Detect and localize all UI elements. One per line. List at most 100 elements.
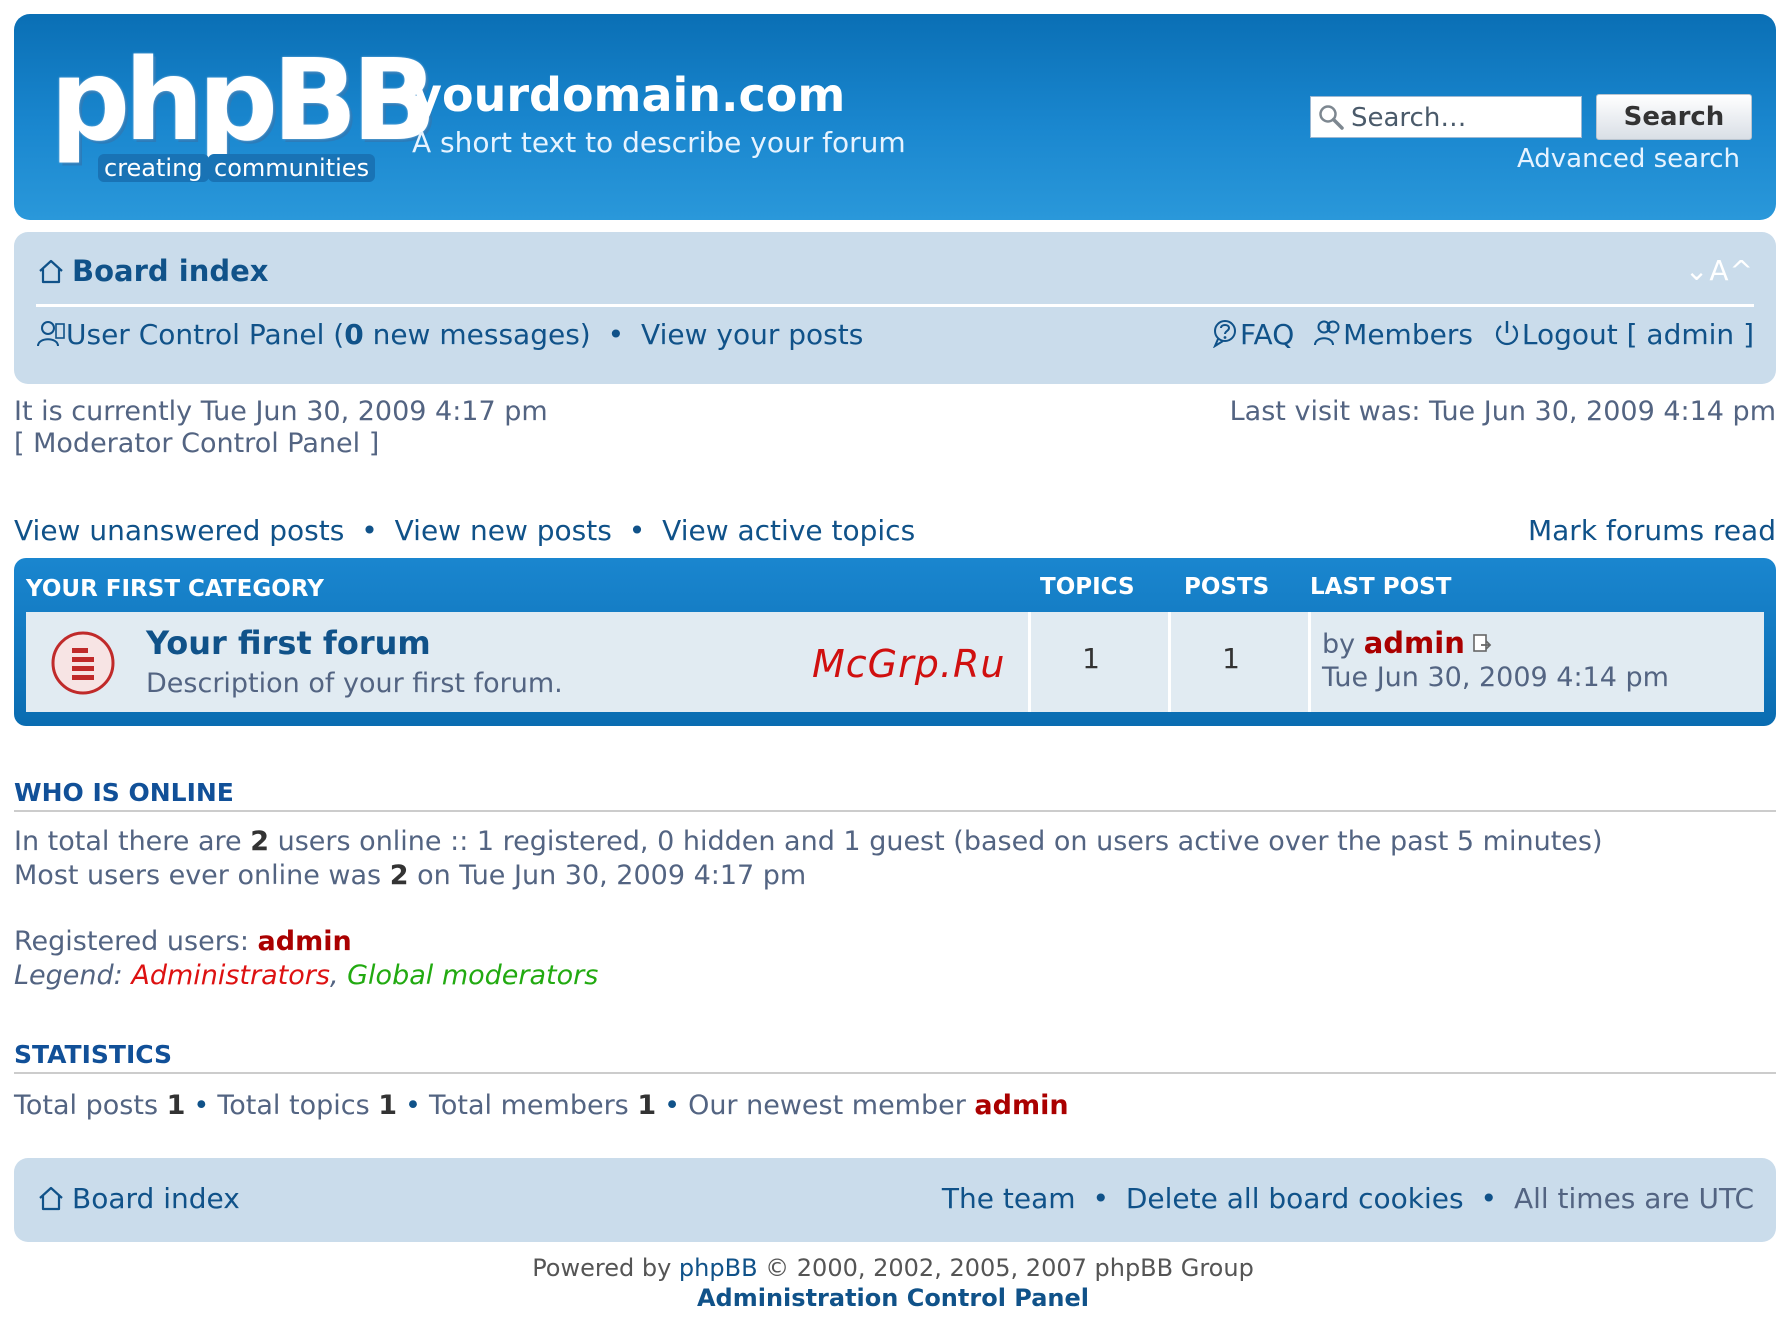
total-topics-label: Total topics <box>217 1090 379 1121</box>
navbar-divider <box>36 304 1754 307</box>
column-header-topics: TOPICS <box>1040 574 1135 600</box>
forum-category-table: YOUR FIRST CATEGORY TOPICS POSTS LAST PO… <box>14 558 1776 726</box>
legend: Legend: Administrators, Global moderator… <box>14 960 598 991</box>
online-count: 2 <box>250 826 270 857</box>
statistics-heading: STATISTICS <box>14 1040 173 1069</box>
logout-link[interactable]: Logout [ admin ] <box>1522 318 1754 351</box>
online-summary-detail: users online :: 1 registered, 0 hidden a… <box>269 826 1603 857</box>
footer-board-index-link[interactable]: Board index <box>72 1182 240 1215</box>
footer-links: The team • Delete all board cookies • Al… <box>942 1182 1754 1215</box>
delete-cookies-link[interactable]: Delete all board cookies <box>1126 1182 1464 1215</box>
total-members: 1 <box>637 1090 657 1121</box>
home-icon <box>39 259 63 284</box>
category-name[interactable]: YOUR FIRST CATEGORY <box>26 576 324 602</box>
newest-member-link[interactable]: admin <box>974 1090 1068 1121</box>
last-visit: Last visit was: Tue Jun 30, 2009 4:14 pm <box>1229 396 1776 427</box>
legend-global-moderators[interactable]: Global moderators <box>347 960 598 991</box>
watermark: McGrp.Ru <box>812 642 1006 686</box>
most-online-count: 2 <box>389 860 409 891</box>
copyright: © 2000, 2002, 2005, 2007 phpBB Group <box>757 1254 1254 1282</box>
registered-users-label: Registered users: <box>14 926 258 957</box>
separator: • <box>1480 1182 1498 1215</box>
last-post-time: Tue Jun 30, 2009 4:14 pm <box>1322 662 1669 693</box>
new-messages-count: 0 <box>344 318 364 351</box>
phpbb-link[interactable]: phpBB <box>679 1254 758 1282</box>
view-unanswered-link[interactable]: View unanswered posts <box>14 514 344 547</box>
column-header-last-post: LAST POST <box>1310 574 1452 600</box>
online-summary-label: In total there are <box>14 826 251 857</box>
powered-by-label: Powered by <box>532 1254 679 1282</box>
view-active-topics-link[interactable]: View active topics <box>662 514 915 547</box>
most-online-date: on Tue Jun 30, 2009 4:17 pm <box>408 860 807 891</box>
forum-row: Your first forum Description of your fir… <box>26 612 1764 712</box>
last-post-by-label: by <box>1322 629 1364 660</box>
admin-control-panel-link[interactable]: Administration Control Panel <box>0 1284 1786 1312</box>
quick-links: View unanswered posts • View new posts •… <box>14 514 915 547</box>
cell-divider <box>1168 612 1171 712</box>
last-post-user-link[interactable]: admin <box>1364 626 1465 660</box>
search-button[interactable]: Search <box>1596 94 1752 140</box>
font-size-control[interactable]: ⌄A^ <box>1685 254 1754 287</box>
total-posts-label: Total posts <box>14 1090 167 1121</box>
view-new-posts-link[interactable]: View new posts <box>395 514 612 547</box>
cell-divider <box>1308 612 1311 712</box>
legend-separator: , <box>329 960 348 991</box>
board-index-link[interactable]: Board index <box>72 254 268 288</box>
forum-read-icon <box>51 631 115 695</box>
ucp-label: User Control Panel ( <box>66 318 345 351</box>
logo-tagline-2: communities <box>208 154 376 182</box>
registered-user-link[interactable]: admin <box>258 926 352 957</box>
members-icon <box>1314 320 1340 346</box>
total-posts: 1 <box>166 1090 186 1121</box>
separator: • <box>628 514 646 547</box>
faq-link[interactable]: FAQ <box>1240 318 1294 351</box>
separator: • <box>1092 1182 1109 1215</box>
posts-count: 1 <box>1222 642 1240 675</box>
legend-administrators[interactable]: Administrators <box>131 960 330 991</box>
category-header: YOUR FIRST CATEGORY TOPICS POSTS LAST PO… <box>14 558 1776 610</box>
registered-users: Registered users: admin <box>14 926 352 957</box>
total-topics: 1 <box>378 1090 398 1121</box>
search-input[interactable] <box>1349 99 1579 137</box>
separator: • <box>405 1090 421 1121</box>
powered-by: Powered by phpBB © 2000, 2002, 2005, 200… <box>0 1254 1786 1282</box>
footer-breadcrumb: Board index <box>36 1180 240 1215</box>
user-control-panel-link[interactable]: User Control Panel (0 new messages) <box>66 318 591 351</box>
search-box[interactable] <box>1310 96 1582 138</box>
footer-navbar: Board index The team • Delete all board … <box>14 1158 1776 1242</box>
view-latest-post-icon[interactable] <box>1471 633 1493 655</box>
last-post-author: by admin <box>1322 626 1493 660</box>
who-is-online-heading[interactable]: WHO IS ONLINE <box>14 778 234 807</box>
members-link[interactable]: Members <box>1343 318 1473 351</box>
power-icon <box>1495 321 1518 346</box>
moderator-control-panel-link[interactable]: [ Moderator Control Panel ] <box>14 428 379 459</box>
phpbb-logo[interactable]: phpBB creating communities <box>50 36 437 194</box>
site-title[interactable]: yourdomain.com <box>412 68 845 122</box>
cell-divider <box>1028 612 1031 712</box>
forum-title-link[interactable]: Your first forum <box>146 624 431 662</box>
logo-wordmark: phpBB <box>50 36 437 166</box>
most-users-online: Most users ever online was 2 on Tue Jun … <box>14 860 806 891</box>
separator: • <box>664 1090 681 1121</box>
most-online-label: Most users ever online was <box>14 860 390 891</box>
separator: • <box>361 514 378 547</box>
home-icon <box>39 1186 63 1211</box>
online-summary: In total there are 2 users online :: 1 r… <box>14 826 1603 857</box>
search-icon <box>1319 105 1344 130</box>
newest-member-label: Our newest member <box>688 1090 975 1121</box>
faq-icon <box>1213 320 1237 348</box>
separator: • <box>607 318 625 351</box>
advanced-search-link[interactable]: Advanced search <box>1517 144 1740 174</box>
current-time: It is currently Tue Jun 30, 2009 4:17 pm <box>14 396 548 427</box>
topics-count: 1 <box>1082 642 1100 675</box>
section-divider <box>14 810 1776 812</box>
timezone-note: All times are UTC <box>1513 1182 1754 1215</box>
section-divider <box>14 1072 1776 1074</box>
forum-description: Description of your first forum. <box>146 668 563 699</box>
mark-forums-read-link[interactable]: Mark forums read <box>1528 514 1776 547</box>
view-your-posts-link[interactable]: View your posts <box>641 318 863 351</box>
breadcrumb: Board index ⌄A^ <box>36 254 1754 298</box>
statistics-line: Total posts 1 • Total topics 1 • Total membe… <box>14 1090 1069 1121</box>
the-team-link[interactable]: The team <box>942 1182 1076 1215</box>
column-header-posts: POSTS <box>1184 574 1270 600</box>
